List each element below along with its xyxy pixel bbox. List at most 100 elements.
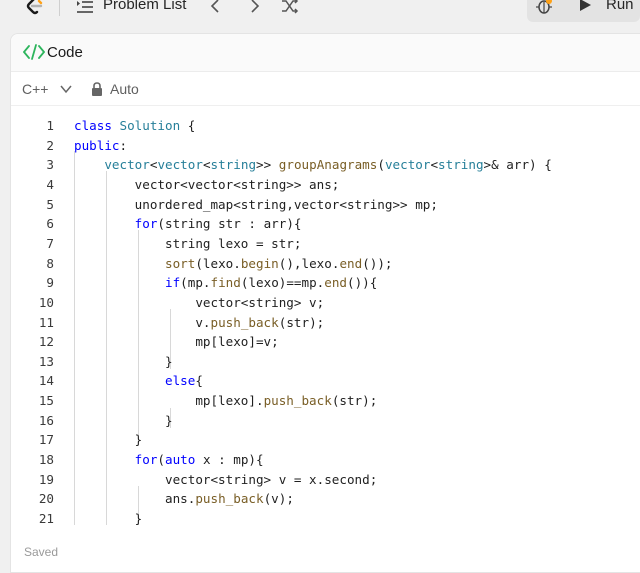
chevron-right-icon[interactable] xyxy=(245,0,263,14)
code-line[interactable]: 6 for(string str : arr){ xyxy=(11,214,640,234)
code-line[interactable]: 4 vector<vector<string>> ans; xyxy=(11,175,640,195)
top-bar: Problem List Run xyxy=(0,0,640,28)
lock-icon xyxy=(92,82,102,96)
code-text: } xyxy=(74,411,173,431)
code-line[interactable]: 3 vector<vector<string>> groupAnagrams(v… xyxy=(11,155,640,175)
line-number: 4 xyxy=(46,176,54,192)
code-token: (v); xyxy=(263,491,294,507)
line-number: 9 xyxy=(46,275,54,291)
code-token: for xyxy=(134,216,158,232)
code-text: v.push_back(str); xyxy=(74,313,324,333)
code-token: (str); xyxy=(278,314,325,330)
code-token: unordered_map<string,vector<string>> mp; xyxy=(74,196,438,212)
code-token: (lexo)==mp. xyxy=(240,275,325,291)
line-number: 2 xyxy=(46,137,54,153)
code-token: ans. xyxy=(74,491,196,507)
code-token: } xyxy=(74,353,173,369)
line-number: 14 xyxy=(38,373,54,389)
code-line[interactable]: 18 for(auto x : mp){ xyxy=(11,450,640,470)
line-number: 7 xyxy=(46,235,54,251)
code-line[interactable]: 1 class Solution { xyxy=(11,116,640,136)
panel-title: Code xyxy=(47,44,83,61)
code-text: for(auto x : mp){ xyxy=(74,450,264,470)
code-text: mp[lexo].push_back(str); xyxy=(74,391,377,411)
code-line[interactable]: 19 vector<string> v = x.second; xyxy=(11,470,640,490)
code-token: ()){ xyxy=(347,275,378,291)
code-token: mp[lexo]=v; xyxy=(74,334,279,350)
code-line[interactable]: 16 } xyxy=(11,411,640,431)
editor-toolbar: C++ Auto xyxy=(11,72,640,106)
code-token: Solution xyxy=(119,118,181,133)
chevron-left-icon[interactable] xyxy=(207,0,225,14)
code-editor[interactable]: 1 class Solution {2 public: 3 vector<vector… xyxy=(11,108,640,525)
code-token: (string str : arr){ xyxy=(157,216,302,232)
save-status: Saved xyxy=(24,545,59,559)
line-number: 10 xyxy=(38,294,54,310)
code-token: begin xyxy=(240,255,279,271)
language-select[interactable]: C++ xyxy=(22,81,48,97)
code-token: push_back xyxy=(195,491,264,507)
code-token: groupAnagrams xyxy=(278,157,378,173)
play-icon[interactable] xyxy=(578,0,592,12)
code-line[interactable]: 2 public: xyxy=(11,136,640,156)
list-icon[interactable] xyxy=(76,0,94,14)
code-token: { xyxy=(195,373,203,389)
code-token: mp[lexo]. xyxy=(74,393,264,409)
format-mode[interactable]: Auto xyxy=(110,81,139,97)
code-line[interactable]: 8 sort(lexo.begin(),lexo.end()); xyxy=(11,254,640,274)
topbar-divider xyxy=(59,0,60,16)
code-token: v. xyxy=(74,314,211,330)
code-text: vector<vector<string>> groupAnagrams(vec… xyxy=(74,155,551,175)
code-brackets-icon xyxy=(23,44,45,60)
code-token: else xyxy=(165,373,196,389)
code-token: x : mp){ xyxy=(195,452,264,468)
code-line[interactable]: 11 v.push_back(str); xyxy=(11,313,640,333)
code-token: ( xyxy=(377,157,385,173)
code-token: >> xyxy=(256,157,279,173)
code-token: : xyxy=(119,137,128,153)
code-line[interactable]: 5 unordered_map<string,vector<string>> m… xyxy=(11,195,640,215)
line-number: 3 xyxy=(46,157,54,173)
debug-icon[interactable] xyxy=(534,0,554,16)
code-token: push_back xyxy=(210,314,279,330)
code-line[interactable]: 15 mp[lexo].push_back(str); xyxy=(11,391,640,411)
code-line[interactable]: 7 string lexo = str; xyxy=(11,234,640,254)
code-text: else{ xyxy=(74,371,203,391)
code-token: vector xyxy=(157,157,203,173)
code-token: (mp. xyxy=(180,275,211,291)
code-line[interactable]: 9 if(mp.find(lexo)==mp.end()){ xyxy=(11,273,640,293)
code-line[interactable]: 20 ans.push_back(v); xyxy=(11,489,640,509)
panel-header: Code xyxy=(11,34,640,72)
code-token: vector<string> v = x.second; xyxy=(74,471,378,487)
code-token: } xyxy=(74,432,143,448)
leetcode-logo-icon[interactable] xyxy=(22,0,48,18)
code-token: { xyxy=(180,118,196,133)
line-number: 16 xyxy=(38,412,54,428)
chevron-down-icon[interactable] xyxy=(60,84,72,94)
code-text: } xyxy=(74,430,143,450)
run-button[interactable]: Run xyxy=(606,0,634,13)
code-line[interactable]: 13 } xyxy=(11,352,640,372)
code-panel: Code C++ Auto 1 class Solution {2 public: 3… xyxy=(10,33,640,573)
line-number: 20 xyxy=(38,491,54,507)
code-text: string lexo = str; xyxy=(74,234,301,254)
code-line[interactable]: 21 } xyxy=(11,509,640,525)
code-text: public: xyxy=(74,136,127,156)
code-line[interactable]: 12 mp[lexo]=v; xyxy=(11,332,640,352)
code-token: string xyxy=(210,157,257,173)
code-line[interactable]: 14 else{ xyxy=(11,371,640,391)
code-line[interactable]: 10 vector<string> v; xyxy=(11,293,640,313)
code-token: vector xyxy=(384,157,431,173)
code-line[interactable]: 17 } xyxy=(11,430,640,450)
shuffle-icon[interactable] xyxy=(281,0,299,14)
code-text: for(string str : arr){ xyxy=(74,214,302,234)
problem-list-link[interactable]: Problem List xyxy=(103,0,186,13)
line-number: 15 xyxy=(38,393,54,409)
code-token: push_back xyxy=(263,393,332,409)
code-token: end xyxy=(324,275,348,291)
code-token: find xyxy=(210,275,241,291)
